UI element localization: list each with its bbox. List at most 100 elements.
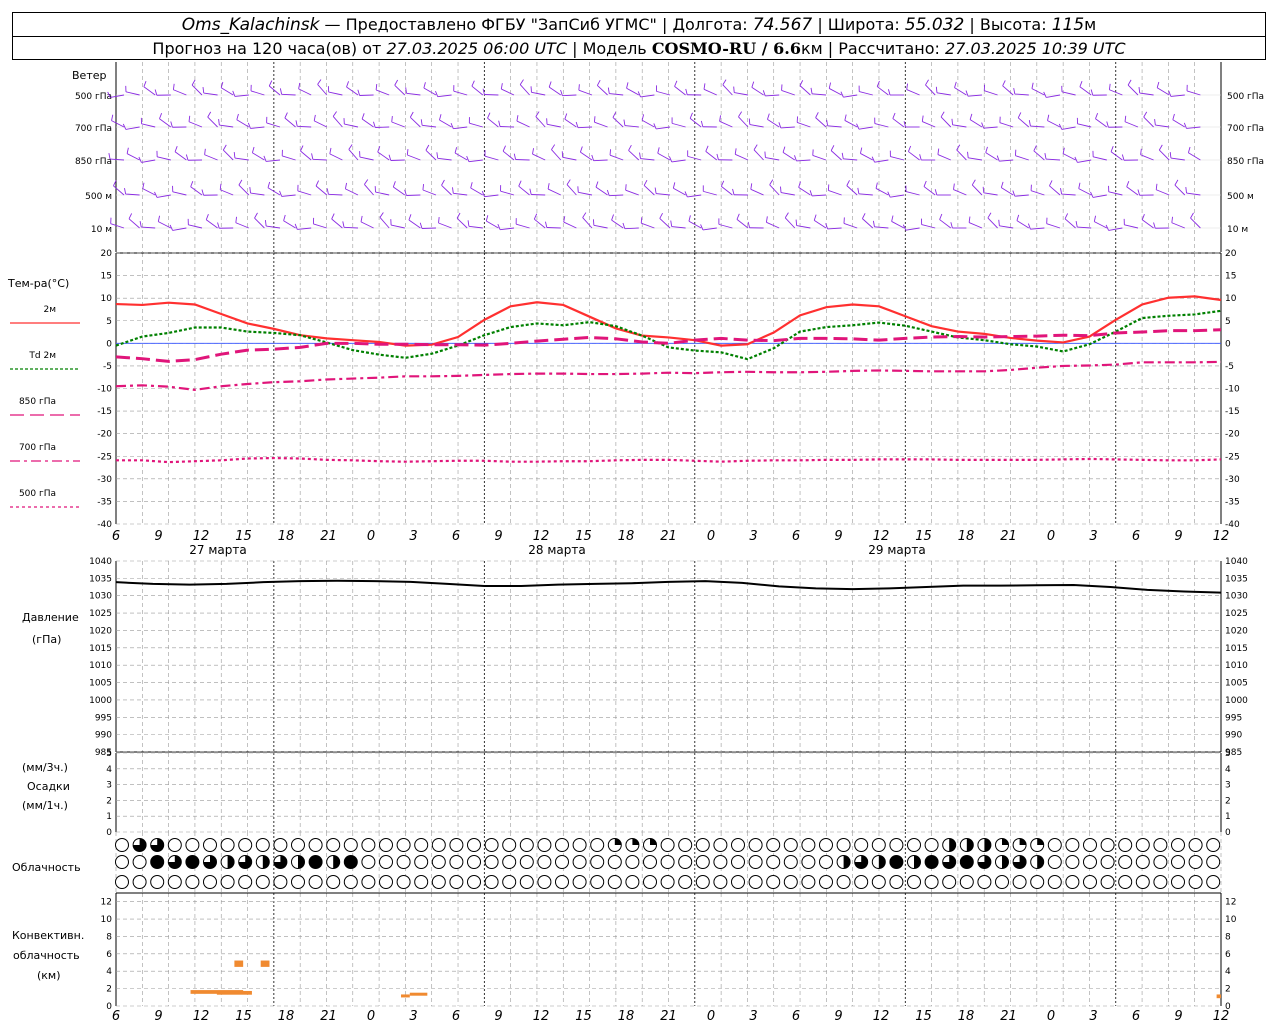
wind-barb-feather [784, 212, 789, 218]
wind-barb-feather [470, 182, 473, 189]
wind-barb-feather [436, 152, 439, 159]
cloud-fill [1019, 838, 1027, 845]
wind-barb-feather [1033, 145, 1037, 152]
wind-barb-feather [485, 215, 489, 222]
wind-barb-feather [518, 180, 522, 187]
cloud-circle [1153, 855, 1168, 869]
cloud-circle [1153, 875, 1168, 889]
wind-barb [174, 151, 187, 161]
wind-barb-feather [891, 215, 894, 222]
wind-barb-feather [441, 179, 445, 186]
wind-barb-feather [1126, 181, 1130, 187]
pressure-tick-left: 1040 [89, 557, 112, 567]
wind-barb-feather [139, 221, 142, 228]
wind-barb-feather [438, 216, 440, 224]
cloud-circle [1118, 855, 1133, 869]
wind-barb-feather [1108, 83, 1111, 90]
cloud-circle [396, 855, 411, 869]
cloud-circle [115, 875, 129, 889]
wind-barb-feather [204, 148, 206, 155]
wind-barb-feather [1158, 144, 1163, 151]
wind-barb-feather [935, 86, 938, 93]
wind-barb [968, 222, 983, 229]
cloud-circle [502, 855, 517, 869]
wind-barb [687, 194, 702, 198]
precip-tick-left: 5 [106, 749, 112, 759]
cloud-circle [713, 875, 728, 889]
precip-unit-3h: (мм/3ч.) [22, 761, 68, 774]
wind-barb [128, 218, 140, 229]
wind-barb [905, 227, 920, 231]
x-tick-lower: 6 [112, 1009, 120, 1024]
x-tick-lower: 9 [1174, 1009, 1182, 1024]
wind-barb-feather [1000, 181, 1004, 188]
x-tick-lower: 6 [452, 1009, 460, 1024]
wind-barb [952, 124, 967, 128]
wind-barb [641, 119, 655, 128]
wind-barb [578, 89, 593, 96]
wind-barb [766, 221, 780, 229]
wind-barb-feather [969, 113, 973, 120]
x-tick-upper: 0 [367, 529, 375, 544]
wind-barb-feather [919, 154, 922, 161]
wind-barb [611, 219, 624, 229]
wind-barb-feather [906, 83, 908, 90]
cloud-circle [361, 875, 376, 889]
wind-barb [1155, 124, 1170, 128]
wind-barb [1062, 153, 1076, 161]
cloud-circle [537, 875, 552, 889]
wind-barb [656, 90, 671, 96]
x-tick-lower: 12 [1213, 1009, 1230, 1024]
cloud-circle [766, 875, 781, 889]
cloud-circle [643, 855, 657, 869]
wind-barb-feather [888, 89, 891, 96]
wind-barb-feather [159, 113, 163, 119]
conv-cloud-bar [260, 960, 270, 967]
temp-tick-right: 20 [1225, 249, 1237, 259]
wind-barb [328, 91, 343, 96]
wind-barb [1093, 156, 1107, 161]
wind-barb-feather [548, 81, 552, 88]
wind-barb-feather [940, 111, 945, 118]
wind-barb-feather [750, 183, 753, 190]
x-tick-lower: 18 [278, 1009, 295, 1024]
wind-barb [925, 84, 936, 96]
wind-barb [936, 92, 951, 96]
cloud-circle [766, 855, 781, 869]
cloud-circle [695, 875, 710, 889]
wind-barb [940, 116, 952, 128]
pressure-tick-right: 990 [1225, 731, 1242, 741]
wind-barb-feather [950, 222, 953, 229]
wind-barb [361, 118, 374, 128]
cloud-circle [361, 855, 376, 869]
cloud-circle [783, 875, 798, 889]
wind-barb-feather [670, 220, 673, 227]
wind-barb [815, 117, 827, 128]
wind-barb-feather [377, 146, 381, 153]
wind-barb-feather [1016, 214, 1020, 221]
wind-level-label-left: 700 гПа [75, 124, 112, 134]
day-label: 29 марта [868, 543, 925, 557]
wind-barb-feather [860, 147, 863, 154]
cloud-circle [396, 838, 411, 852]
wind-barb-feather [1168, 90, 1172, 97]
wind-barb-feather [795, 219, 798, 226]
precip-tick-right: 0 [1225, 828, 1231, 838]
wind-barb [484, 155, 499, 161]
wind-barb-feather [639, 152, 641, 159]
pressure-tick-left: 990 [95, 731, 112, 741]
wind-barb [410, 116, 421, 128]
cloud-circle [660, 875, 675, 889]
wind-barb-feather [267, 181, 271, 188]
x-tick-upper: 21 [320, 529, 337, 544]
wind-barb-feather [454, 147, 458, 154]
wind-barb [172, 191, 187, 196]
wind-barb [1001, 187, 1014, 196]
cloud-circle [819, 855, 833, 869]
wind-barb [298, 88, 312, 96]
wind-barb [1015, 155, 1029, 161]
wind-barb [250, 90, 265, 96]
wind-barb [843, 94, 858, 98]
wind-barb-feather [232, 90, 236, 97]
cloud-fill [960, 855, 974, 869]
